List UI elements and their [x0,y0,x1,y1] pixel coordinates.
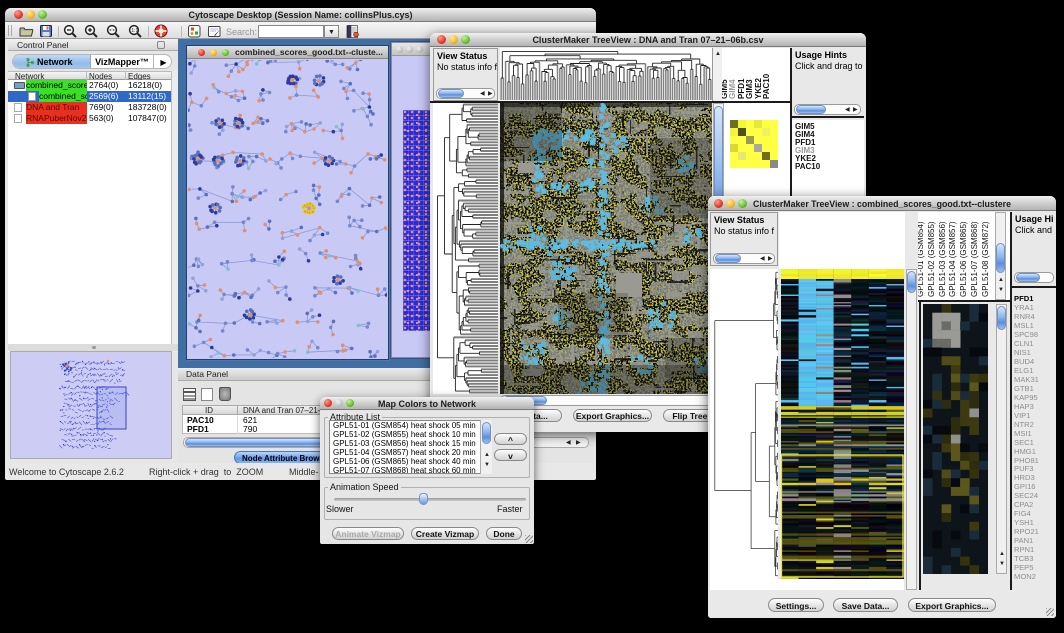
svg-text:1:1: 1:1 [131,28,138,34]
